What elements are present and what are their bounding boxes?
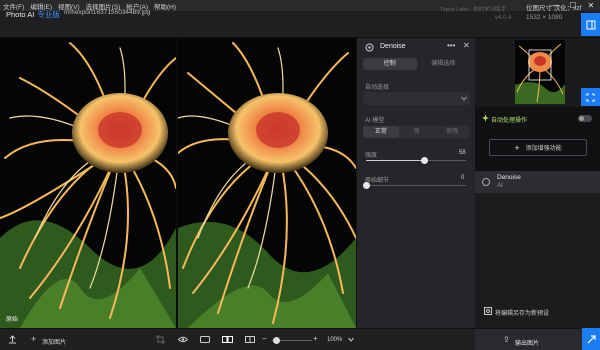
auto-select-dropdown[interactable] [363, 92, 470, 105]
ai-model-selector: 正常 强 很强 [363, 126, 470, 138]
zoom-out-icon[interactable]: − [262, 334, 267, 343]
panel-icon [586, 20, 595, 29]
side-by-side-icon[interactable] [222, 336, 233, 343]
add-image-plus-icon[interactable]: + [31, 334, 36, 344]
autopilot-title: 自动处理操作 [491, 118, 528, 124]
zoom-chevron-down-icon[interactable] [348, 337, 354, 342]
send-icon [587, 334, 596, 343]
save-preset-link[interactable]: 将编辑另存为新预设 [495, 308, 549, 317]
export-image-button[interactable]: ⇪ 输出图片 [475, 328, 582, 350]
export-label: 输出图片 [515, 341, 540, 347]
zoom-in-icon[interactable]: + [313, 334, 318, 343]
add-image-button[interactable]: 添加图片 [42, 337, 66, 346]
topaz-logo: Topaz Labs · 你的学习助手 [440, 7, 507, 13]
filter-name: Denoise [497, 174, 521, 181]
image-size-label: 位图尺寸 汉化：xzf [526, 5, 582, 12]
recover-detail-slider[interactable] [363, 182, 466, 190]
strength-slider-knob[interactable] [421, 157, 428, 164]
autopilot-toggle[interactable] [578, 115, 592, 122]
original-label: 原始 [6, 317, 19, 323]
save-preset-icon [484, 307, 492, 315]
edition-badge: 专业版 [37, 10, 60, 19]
denoise-filter-icon [482, 178, 490, 186]
more-options-icon[interactable]: ••• [447, 41, 455, 50]
panel-header: Denoise ••• ✕ [357, 38, 476, 56]
close-window-button[interactable]: ✕ [582, 0, 600, 11]
crop-icon[interactable] [156, 335, 165, 344]
auto-select-label: 自动选择 [365, 85, 390, 91]
processed-image-pane[interactable] [178, 38, 356, 328]
quick-export-button[interactable] [582, 328, 600, 350]
app-brand: Photo AI 专业版 [6, 9, 60, 20]
strength-value: 58 [459, 150, 466, 156]
plus-icon: + [514, 142, 520, 153]
zoom-level[interactable]: 100% [327, 337, 342, 343]
image-dimensions: 1532 × 1080 [526, 14, 563, 21]
single-view-icon[interactable] [200, 336, 210, 343]
export-icon: ⇪ [503, 335, 510, 344]
tab-controls[interactable]: 控制 [363, 58, 417, 70]
denoise-icon [365, 43, 374, 52]
chevron-down-icon [461, 96, 467, 101]
denoise-settings-panel: Denoise ••• ✕ 控制 编辑选择 自动选择 AI 模型 正常 强 很强… [356, 38, 475, 328]
recover-detail-slider-knob[interactable] [363, 182, 370, 189]
flower-image [0, 38, 176, 328]
add-filter-label: 添加增强功能 [525, 146, 562, 152]
file-name: mmexport1637155034489.jpg [64, 9, 151, 16]
flower-image-processed [178, 38, 356, 328]
model-strong[interactable]: 强 [399, 126, 435, 138]
bottom-toolbar [0, 328, 475, 350]
split-view-icon[interactable] [245, 336, 255, 343]
model-extreme[interactable]: 很强 [434, 126, 470, 138]
sidebar-toggle-button[interactable] [581, 13, 600, 36]
ai-model-label: AI 模型 [365, 118, 385, 124]
app-version: v4.0.4 [495, 15, 512, 21]
zoom-slider-knob[interactable] [273, 337, 280, 344]
panel-tabs: 控制 编辑选择 [363, 58, 470, 70]
close-panel-icon[interactable]: ✕ [463, 41, 470, 50]
fit-view-button[interactable] [581, 88, 600, 106]
expand-icon [586, 93, 595, 101]
menu-help[interactable]: 帮助(H) [151, 1, 179, 11]
panel-title: Denoise [380, 43, 406, 50]
image-info: 位图尺寸 汉化：xzf 1532 × 1080 [526, 4, 582, 22]
filter-model: AI [497, 183, 503, 189]
strength-slider[interactable] [366, 157, 466, 165]
original-image-pane[interactable] [0, 38, 176, 328]
app-name: Photo AI [6, 10, 35, 19]
filter-row-denoise[interactable]: Denoise AI [475, 171, 600, 193]
model-normal[interactable]: 正常 [363, 126, 399, 138]
photo-ai-window: 文件(F) 编辑(E) 视图(V) 选择图片(S) 帐户(A) 帮助(H) — … [0, 0, 600, 350]
eye-icon[interactable] [178, 336, 188, 343]
thumbnail-image [515, 40, 565, 104]
tab-edit-selection[interactable]: 编辑选择 [417, 58, 471, 70]
recover-detail-value: 0 [461, 175, 465, 181]
upload-icon[interactable] [8, 335, 17, 344]
autopilot-icon [482, 114, 489, 122]
add-filter-button[interactable]: + 添加增强功能 [489, 139, 587, 156]
